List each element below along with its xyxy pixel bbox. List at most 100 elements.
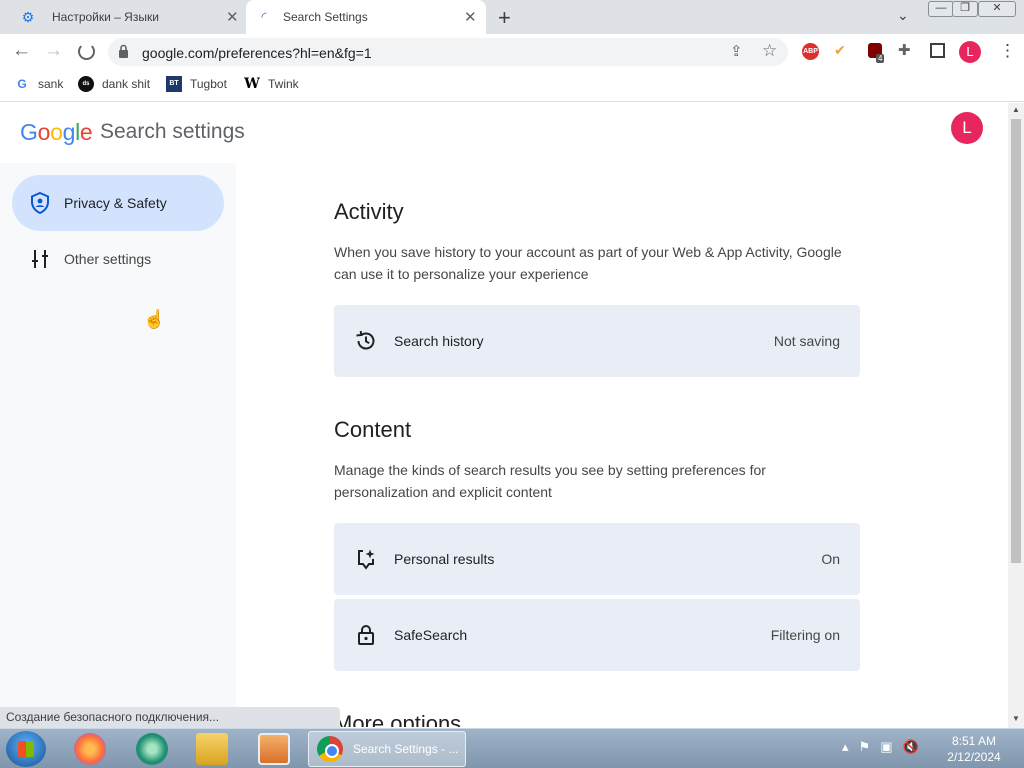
kebab-menu-icon[interactable]: ⋮ — [999, 41, 1016, 61]
activity-description: When you save history to your account as… — [334, 244, 842, 282]
file-explorer-icon[interactable] — [196, 733, 228, 765]
new-tab-button[interactable]: + — [498, 5, 511, 31]
chrome-icon — [317, 736, 343, 762]
settings-sidenav: Privacy & Safety Other settings ☝ — [0, 163, 236, 727]
app-icon[interactable] — [136, 733, 168, 765]
address-bar[interactable]: google.com/preferences?hl=en&fg=1 ⇪ ☆ — [108, 38, 788, 66]
close-window-button[interactable]: ✕ — [978, 1, 1016, 17]
card-value: Filtering on — [770, 627, 840, 643]
tab-title: Search Settings — [283, 10, 368, 24]
bookmark-twink[interactable]: W Twink — [244, 76, 299, 92]
tab-strip: ⚙ Настройки – Языки ✕ ◜ Search Settings … — [0, 0, 1024, 34]
flag-icon[interactable]: ⚑ — [859, 739, 871, 755]
clock-time: 8:51 AM — [951, 734, 997, 748]
scroll-down-arrow-icon[interactable]: ▼ — [1012, 714, 1020, 723]
tugbot-icon: BT — [166, 76, 182, 92]
card-label: Personal results — [394, 551, 495, 567]
card-value: Not saving — [773, 333, 840, 349]
windows-logo-icon — [18, 741, 34, 757]
taskbar-window-label: Search Settings - ... — [353, 742, 459, 756]
logo-letter: G — [20, 119, 38, 145]
bookmark-star-icon[interactable]: ☆ — [762, 41, 777, 61]
twink-icon: W — [244, 76, 260, 92]
search-settings-page: Google Search settings L Privacy & Safet… — [0, 103, 1008, 727]
status-bubble: Создание безопасного подключения... — [0, 707, 340, 728]
side-panel-icon[interactable] — [930, 43, 945, 58]
personal-results-card[interactable]: Personal results On — [334, 523, 860, 595]
scroll-up-arrow-icon[interactable]: ▲ — [1012, 105, 1020, 114]
bookmark-dank-shit[interactable]: ds dank shit — [78, 76, 150, 92]
minimize-button[interactable]: — — [928, 1, 954, 17]
bookmarks-bar: G sank ds dank shit BT Tugbot W Twink — [0, 70, 1024, 102]
more-options-heading: More options — [334, 711, 462, 727]
media-player-icon[interactable] — [258, 733, 290, 765]
bookmark-sank[interactable]: G sank — [14, 76, 63, 92]
history-icon — [354, 330, 378, 352]
lock-icon[interactable] — [118, 44, 129, 58]
logo-letter: e — [79, 119, 93, 145]
close-icon[interactable]: ✕ — [464, 8, 477, 26]
lock-icon — [354, 624, 378, 646]
nav-label: Other settings — [64, 251, 152, 267]
extensions-puzzle-icon[interactable]: ✚ — [898, 41, 911, 59]
clock-date: 2/12/2024 — [947, 750, 1001, 764]
bookmark-label: Twink — [268, 77, 299, 91]
dank-shit-icon: ds — [78, 76, 94, 92]
forward-arrow-icon[interactable]: → — [44, 40, 63, 62]
ublock-badge: 4 — [876, 54, 885, 63]
google-logo[interactable]: Google — [20, 119, 93, 146]
card-label: Search history — [394, 333, 484, 349]
tab-search-settings[interactable]: ◜ Search Settings ✕ — [246, 0, 486, 34]
restore-button[interactable]: ❐ — [952, 1, 978, 17]
personal-results-icon — [354, 548, 378, 570]
account-avatar[interactable]: L — [951, 112, 983, 144]
shield-icon — [28, 192, 52, 214]
card-label: SafeSearch — [394, 627, 468, 643]
google-icon: G — [17, 77, 27, 91]
scroll-thumb[interactable] — [1011, 119, 1021, 563]
firefox-icon[interactable] — [74, 733, 106, 765]
activity-heading: Activity — [334, 199, 404, 224]
back-arrow-icon[interactable]: ← — [12, 40, 31, 62]
taskbar-clock[interactable]: 8:51 AM 2/12/2024 — [944, 733, 1004, 765]
system-tray: ▴ ⚑ ▣ 🔇 — [842, 739, 919, 755]
nav-label: Privacy & Safety — [64, 195, 167, 211]
windows-taskbar: Search Settings - ... ▴ ⚑ ▣ 🔇 8:51 AM 2/… — [0, 728, 1024, 768]
url-text[interactable]: google.com/preferences?hl=en&fg=1 — [142, 45, 372, 61]
logo-letter: g — [62, 119, 76, 145]
tray-expand-icon[interactable]: ▴ — [842, 739, 849, 755]
tab-search-chevron-icon[interactable]: ⌄ — [897, 7, 909, 24]
taskbar-chrome-window[interactable]: Search Settings - ... — [308, 731, 466, 767]
nav-item-privacy-safety[interactable]: Privacy & Safety — [12, 175, 224, 231]
profile-avatar[interactable]: L — [959, 41, 981, 63]
adblock-plus-icon[interactable]: ABP — [802, 43, 819, 60]
volume-muted-icon[interactable]: 🔇 — [902, 739, 918, 755]
hand-cursor-icon: ☝ — [143, 309, 166, 329]
content-heading: Content — [334, 417, 412, 442]
tab-settings-languages[interactable]: ⚙ Настройки – Языки ✕ — [8, 0, 244, 34]
share-icon[interactable]: ⇪ — [730, 42, 743, 60]
bookmark-label: Tugbot — [190, 77, 227, 91]
browser-toolbar: ← → google.com/preferences?hl=en&fg=1 ⇪ … — [0, 34, 1024, 70]
bookmark-tugbot[interactable]: BT Tugbot — [166, 76, 227, 92]
bookmark-label: dank shit — [102, 77, 151, 91]
content-description: Manage the kinds of search results you s… — [334, 462, 766, 500]
start-button[interactable] — [6, 731, 46, 767]
tab-title: Настройки – Языки — [52, 10, 159, 24]
bookmark-label: sank — [38, 77, 64, 91]
nav-item-other-settings[interactable]: Other settings — [12, 231, 224, 287]
gear-icon: ⚙ — [21, 8, 35, 25]
extension-check-icon[interactable]: ✔ — [834, 42, 846, 59]
logo-letter: o — [50, 119, 63, 145]
card-value: On — [821, 551, 840, 567]
loading-icon: ◜ — [261, 9, 267, 24]
sliders-icon — [28, 249, 52, 269]
search-history-card[interactable]: Search history Not saving — [334, 305, 860, 377]
close-icon[interactable]: ✕ — [226, 8, 239, 26]
network-icon[interactable]: ▣ — [880, 739, 892, 755]
page-title: Search settings — [100, 120, 245, 143]
reload-icon[interactable] — [78, 43, 95, 60]
page-scrollbar[interactable]: ▲ ▼ — [1008, 103, 1024, 728]
safesearch-card[interactable]: SafeSearch Filtering on — [334, 599, 860, 671]
logo-letter: o — [37, 119, 51, 145]
